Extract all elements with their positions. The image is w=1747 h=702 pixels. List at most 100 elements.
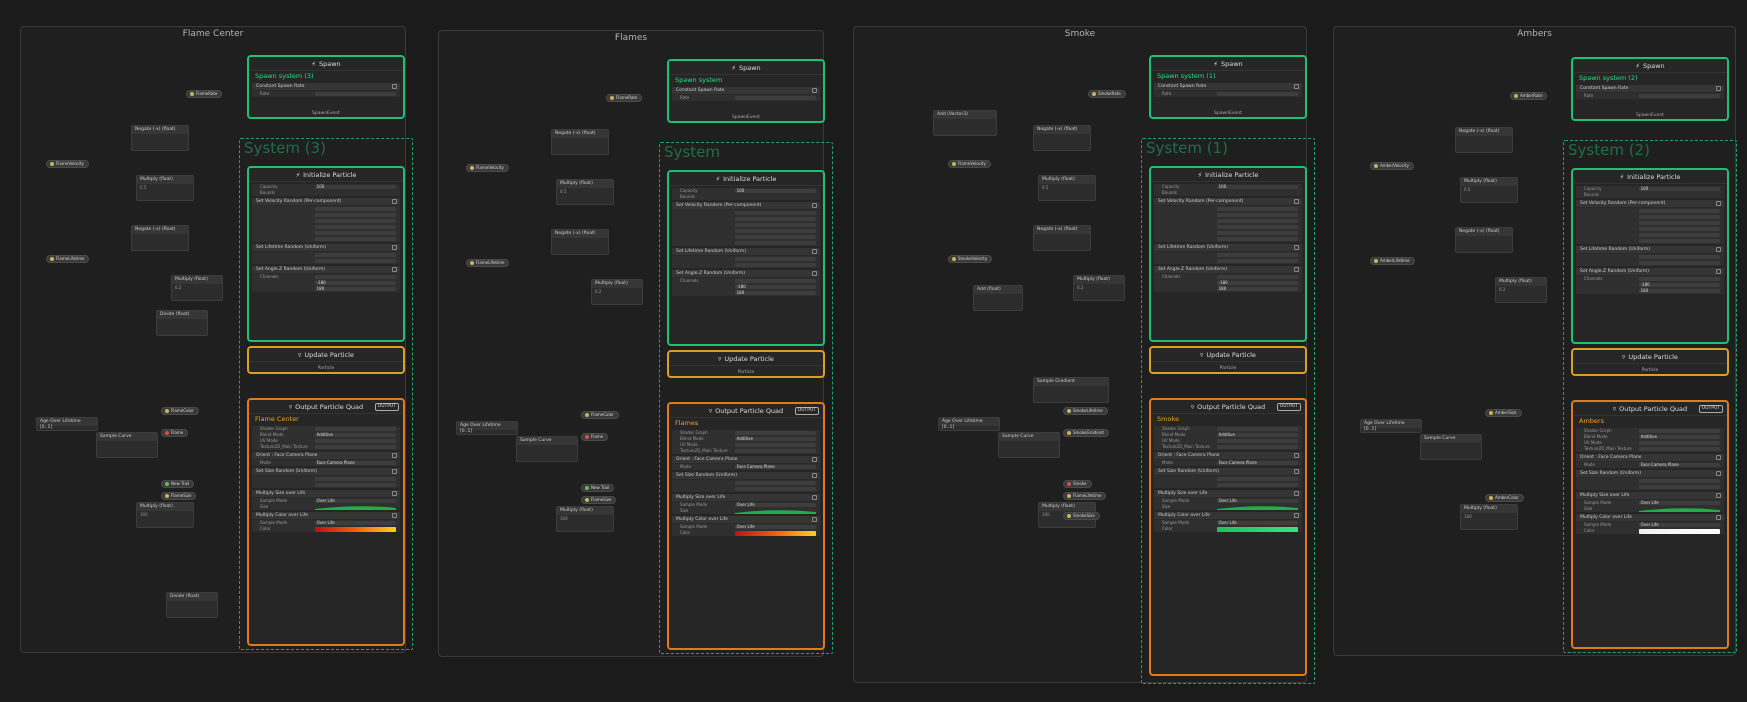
output-setting-value[interactable] [314, 439, 396, 443]
color-over-life-block-toggle[interactable] [1294, 513, 1299, 518]
add-vector-node[interactable]: Add (Vector3) [933, 110, 997, 136]
velocity-block-toggle[interactable] [392, 199, 397, 204]
velocity-block-value[interactable] [734, 241, 816, 245]
size-over-life-block-curve[interactable] [1216, 504, 1298, 510]
property-ambervelocity[interactable]: AmberVelocity [1370, 162, 1414, 170]
spawn-rate-block[interactable]: Constant Spawn Rate Rate [1154, 83, 1302, 97]
capacity-value[interactable]: 100 [734, 189, 816, 193]
lifetime-block-toggle[interactable] [1294, 245, 1299, 250]
spawn-context[interactable]: ⚡ Spawn Spawn system (2) Constant Spawn Rat… [1571, 57, 1729, 121]
angle-block-value[interactable]: -180 [314, 281, 396, 285]
color-over-life-block-value[interactable]: Over Life [734, 525, 816, 529]
color-over-life-block-toggle[interactable] [812, 517, 817, 522]
property-smokelifetime[interactable]: SmokeLifetime [1063, 407, 1108, 415]
angle-block-toggle[interactable] [1294, 267, 1299, 272]
spawn-rate-block-value[interactable] [1216, 92, 1298, 96]
spawn-rate-block-toggle[interactable] [812, 88, 817, 93]
orient-block-toggle[interactable] [392, 453, 397, 458]
set-size-block-value[interactable] [1216, 477, 1298, 481]
angle-block-value[interactable]: 180 [734, 291, 816, 295]
spawn-rate-block-toggle[interactable] [392, 84, 397, 89]
color-over-life-block[interactable]: Multiply Color over Life Sample Mode Over … [252, 512, 400, 532]
size-over-life-block-value[interactable]: Over Life [1216, 499, 1298, 503]
output-setting-value[interactable] [1216, 445, 1298, 449]
multiply-node-value[interactable]: 0.2 [1077, 285, 1083, 290]
color-over-life-block-value[interactable]: Over Life [314, 521, 396, 525]
velocity-block[interactable]: Set Velocity Random (Per-component) [672, 202, 820, 246]
size-over-life-block-toggle[interactable] [392, 491, 397, 496]
initialize-context[interactable]: ⚡ Initialize Particle Capacity 100 Bounds Set… [247, 166, 405, 342]
orient-block-toggle[interactable] [1294, 453, 1299, 458]
output-setting-value[interactable] [1638, 441, 1720, 445]
velocity-block-value[interactable] [1216, 231, 1298, 235]
multiply-node-value[interactable]: 100 [1042, 512, 1050, 517]
size-over-life-block[interactable]: Multiply Size over Life Sample Mode Over L… [1154, 490, 1302, 510]
multiply-node[interactable]: Multiply (float) 0.5 [556, 179, 614, 205]
initialize-context[interactable]: ⚡ Initialize Particle Capacity 100 Bounds Set… [1571, 168, 1729, 344]
set-size-block-toggle[interactable] [1294, 469, 1299, 474]
property-ambersize[interactable]: AmberSize [1485, 409, 1522, 417]
output-setting-value[interactable] [314, 445, 396, 449]
angle-block-value[interactable] [1216, 275, 1298, 279]
property-amberlifetime[interactable]: AmberLifetime [1370, 257, 1415, 265]
angle-block-value[interactable]: 180 [314, 287, 396, 291]
multiply-node[interactable]: Multiply (float) 0.5 [1038, 175, 1096, 201]
particle-port[interactable]: Particle [1151, 366, 1305, 371]
size-over-life-block[interactable]: Multiply Size over Life Sample Mode Over L… [672, 494, 820, 514]
lifetime-block[interactable]: Set Lifetime Random (Uniform) [252, 244, 400, 264]
spawn-rate-block[interactable]: Constant Spawn Rate Rate [252, 83, 400, 97]
output-setting-value[interactable] [734, 431, 816, 435]
property-flamelifetime[interactable]: FlameLifetime [466, 259, 510, 267]
property-smokerate[interactable]: SmokeRate [1088, 90, 1126, 98]
lifetime-block[interactable]: Set Lifetime Random (Uniform) [672, 248, 820, 268]
output-context[interactable]: ▿ Output Particle Quad OUTPUT Flame Center S… [247, 398, 405, 646]
set-size-block-value[interactable] [314, 477, 396, 481]
property-smokegradient[interactable]: SmokeGradient [1063, 429, 1109, 437]
velocity-block-value[interactable] [314, 231, 396, 235]
size-over-life-block-toggle[interactable] [1294, 491, 1299, 496]
property-smoke[interactable]: Smoke [1063, 480, 1092, 488]
orient-block-toggle[interactable] [812, 457, 817, 462]
lifetime-block-value[interactable] [314, 259, 396, 263]
orient-block-value[interactable]: Face Camera Plane [314, 461, 396, 465]
multiply-node-value[interactable]: 0.2 [1499, 287, 1505, 292]
set-size-block[interactable]: Set Size Random (Uniform) [1576, 470, 1724, 490]
orient-block[interactable]: Orient : Face Camera Plane Mode Face Camer… [1576, 454, 1724, 468]
size-over-life-block-value[interactable]: Over Life [314, 499, 396, 503]
output-setting-value[interactable]: Additive [734, 437, 816, 441]
velocity-block-toggle[interactable] [1716, 201, 1721, 206]
age-over-lifetime-node[interactable]: Age Over Lifetime [0..1] [1360, 419, 1422, 433]
set-size-block-value[interactable] [1638, 485, 1720, 489]
velocity-block-toggle[interactable] [812, 203, 817, 208]
velocity-block-value[interactable] [734, 211, 816, 215]
particle-port[interactable]: Particle [249, 366, 403, 371]
size-over-life-block-value[interactable]: Over Life [734, 503, 816, 507]
lifetime-block-value[interactable] [1638, 261, 1720, 265]
multiply-node-value[interactable]: 0.2 [595, 289, 601, 294]
lifetime-block-toggle[interactable] [1716, 247, 1721, 252]
orient-block-value[interactable]: Face Camera Plane [1216, 461, 1298, 465]
lifetime-block[interactable]: Set Lifetime Random (Uniform) [1576, 246, 1724, 266]
sample-curve-node[interactable]: Sample Curve [1420, 434, 1482, 460]
velocity-block-value[interactable] [1216, 213, 1298, 217]
multiply-node-value[interactable]: 100 [560, 516, 568, 521]
output-setting-value[interactable] [1216, 427, 1298, 431]
multiply-node-value[interactable]: 0.2 [175, 285, 181, 290]
property-new-trail[interactable]: New Trail [161, 480, 195, 488]
velocity-block-value[interactable] [314, 237, 396, 241]
multiply-node[interactable]: Multiply (float) 100 [556, 506, 614, 532]
output-setting-value[interactable] [1638, 447, 1720, 451]
add-node[interactable]: Add (float) [973, 285, 1023, 311]
negate-node[interactable]: Negate (-x) (float) [1033, 125, 1091, 151]
property-flamecolor[interactable]: FlameColor [581, 411, 619, 419]
angle-block-toggle[interactable] [1716, 269, 1721, 274]
color-over-life-block-value[interactable]: Over Life [1638, 523, 1720, 527]
color-over-life-block-gradient[interactable] [1216, 527, 1298, 532]
velocity-block-value[interactable] [1216, 207, 1298, 211]
negate-node[interactable]: Negate (-x) (float) [131, 125, 189, 151]
age-over-lifetime-node[interactable]: Age Over Lifetime [0..1] [456, 421, 518, 435]
set-size-block[interactable]: Set Size Random (Uniform) [672, 472, 820, 492]
size-over-life-block[interactable]: Multiply Size over Life Sample Mode Over L… [1576, 492, 1724, 512]
output-context[interactable]: ▿ Output Particle Quad OUTPUT Ambers Shader … [1571, 400, 1729, 649]
multiply-node[interactable]: Multiply (float) 100 [1460, 504, 1518, 530]
